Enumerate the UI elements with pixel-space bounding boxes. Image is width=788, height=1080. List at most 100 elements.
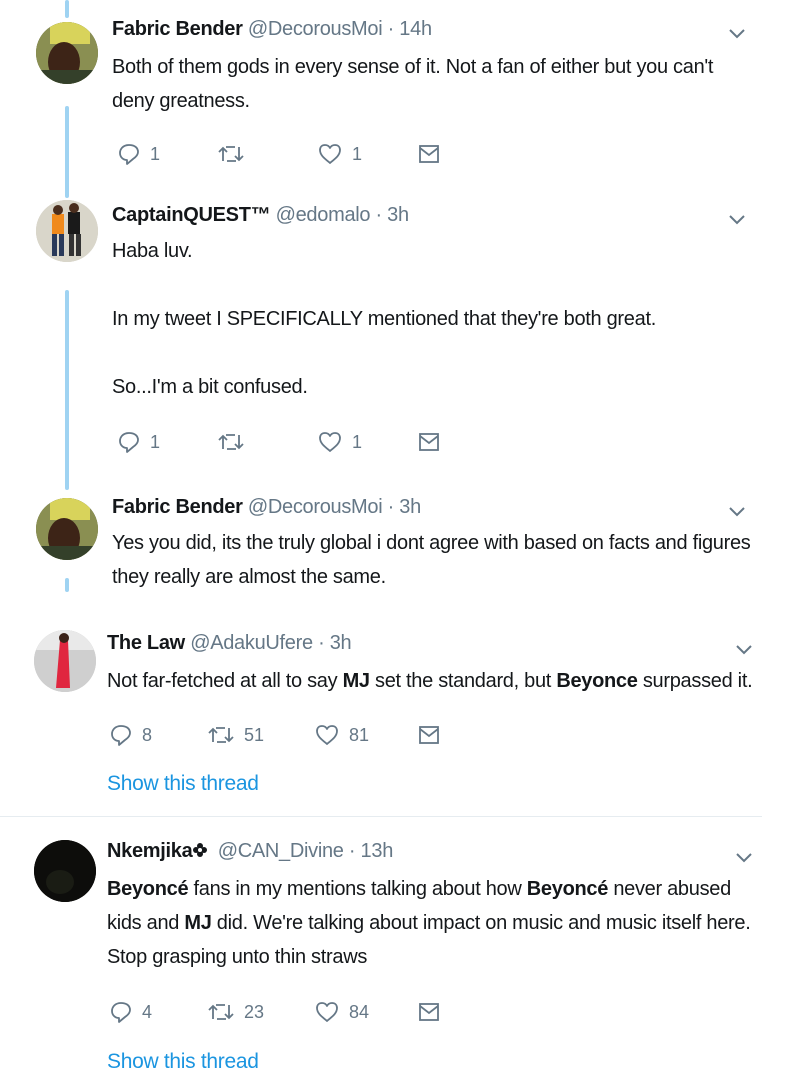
tweet[interactable]: Fabric Bender @DecorousMoi · 14h Both of…	[0, 0, 788, 190]
like-button[interactable]: 1	[318, 427, 362, 457]
reply-button[interactable]: 1	[118, 427, 160, 457]
like-button[interactable]: 84	[315, 997, 369, 1027]
avatar[interactable]	[34, 840, 96, 902]
separator: ·	[318, 632, 325, 654]
chevron-down-icon[interactable]	[726, 22, 748, 44]
user-handle[interactable]: @DecorousMoi	[248, 496, 383, 518]
tweet-text: Both of them gods in every sense of it. …	[112, 50, 752, 118]
tweet-paragraph: Haba luv.	[112, 240, 193, 262]
tweet[interactable]: The Law @AdakuUfere · 3h Not far-fetched…	[0, 620, 788, 815]
chevron-down-icon[interactable]	[726, 500, 748, 522]
chevron-down-icon[interactable]	[733, 638, 755, 660]
bold-keyword: MJ	[184, 912, 212, 934]
tweet-header: Nkemjika @CAN_Divine · 13h	[107, 840, 393, 863]
timestamp[interactable]: 3h	[330, 632, 352, 654]
chevron-down-icon[interactable]	[733, 846, 755, 868]
tweet[interactable]: Nkemjika @CAN_Divine · 13h Beyoncé fans …	[0, 820, 788, 1080]
reply-count: 1	[150, 143, 161, 164]
tweet-text: Haba luv. In my tweet I SPECIFICALLY men…	[112, 234, 752, 404]
tweet-paragraph: Both of them gods in every sense of it. …	[112, 56, 714, 112]
tweet-header: The Law @AdakuUfere · 3h	[107, 632, 352, 655]
reply-icon	[119, 432, 139, 453]
tweet-paragraph: Yes you did, its the truly global i dont…	[112, 532, 751, 588]
reply-icon	[111, 1002, 131, 1023]
timestamp[interactable]: 3h	[399, 496, 421, 518]
retweet-icon	[218, 146, 244, 162]
like-count: 1	[352, 431, 363, 452]
retweet-button[interactable]	[218, 139, 254, 169]
like-count: 84	[349, 1001, 370, 1022]
like-button[interactable]: 81	[315, 720, 369, 750]
message-button[interactable]	[418, 720, 440, 750]
message-button[interactable]	[418, 139, 440, 169]
tweet-actions: 4 23 84	[110, 997, 450, 1027]
tweet-header: Fabric Bender @DecorousMoi · 14h	[112, 18, 432, 41]
like-count: 1	[352, 143, 363, 164]
message-button[interactable]	[418, 427, 440, 457]
tweet-paragraph: So...I'm a bit confused.	[112, 376, 308, 398]
display-name[interactable]: Fabric Bender	[112, 496, 243, 518]
retweet-count: 23	[244, 1001, 265, 1022]
separator: ·	[375, 204, 383, 226]
display-name[interactable]: Nkemjika	[107, 840, 193, 862]
retweet-icon	[218, 434, 244, 450]
bold-keyword: Beyonce	[556, 670, 638, 692]
display-name[interactable]: Fabric Bender	[112, 18, 243, 40]
heart-icon	[316, 1002, 338, 1022]
tweet-paragraph: In my tweet I SPECIFICALLY mentioned tha…	[112, 308, 656, 330]
heart-icon	[316, 725, 338, 745]
retweet-button[interactable]: 51	[208, 720, 264, 750]
tweet[interactable]: Fabric Bender @DecorousMoi · 3h Yes you …	[0, 480, 788, 600]
separator: ·	[348, 840, 356, 862]
timestamp[interactable]: 14h	[399, 18, 432, 40]
reply-icon	[111, 725, 131, 746]
separator: ·	[387, 496, 395, 518]
reply-button[interactable]: 8	[110, 720, 152, 750]
display-name[interactable]: The Law	[107, 632, 185, 654]
avatar[interactable]	[36, 498, 98, 560]
tweet-actions: 8 51 81	[110, 720, 450, 750]
retweet-icon	[208, 727, 234, 743]
show-thread-link[interactable]: Show this thread	[107, 1050, 259, 1074]
user-handle[interactable]: @AdakuUfere	[190, 632, 313, 654]
reply-count: 4	[142, 1001, 153, 1022]
text-span: set the standard, but	[369, 670, 557, 692]
chevron-down-icon[interactable]	[726, 208, 748, 230]
like-button[interactable]: 1	[318, 139, 362, 169]
avatar[interactable]	[36, 22, 98, 84]
text-span: fans in my mentions talking about how	[188, 878, 527, 900]
timestamp[interactable]: 3h	[387, 204, 409, 226]
bold-keyword: Beyoncé	[526, 878, 609, 900]
retweet-icon	[208, 1004, 234, 1020]
tweet-header: Fabric Bender @DecorousMoi · 3h	[112, 496, 421, 519]
reply-button[interactable]: 4	[110, 997, 152, 1027]
tweet-header: CaptainQUEST™ @edomalo · 3h	[112, 204, 409, 227]
tweet-text: Yes you did, its the truly global i dont…	[112, 526, 752, 594]
tweet-actions: 1 1	[118, 427, 458, 457]
avatar[interactable]	[36, 200, 98, 262]
envelope-icon	[419, 433, 439, 451]
flower-icon	[193, 843, 208, 857]
text-span: surpassed it.	[637, 670, 753, 692]
retweet-button[interactable]: 23	[208, 997, 264, 1027]
reply-button[interactable]: 1	[118, 139, 160, 169]
user-handle[interactable]: @edomalo	[276, 204, 371, 226]
avatar[interactable]	[34, 630, 96, 692]
envelope-icon	[419, 145, 439, 163]
tweet-text: Beyoncé fans in my mentions talking abou…	[107, 872, 757, 974]
envelope-icon	[419, 726, 439, 744]
retweet-button[interactable]	[218, 427, 254, 457]
user-handle[interactable]: @DecorousMoi	[248, 18, 383, 40]
like-count: 81	[349, 724, 370, 745]
reply-count: 1	[150, 431, 161, 452]
display-name[interactable]: CaptainQUEST™	[112, 204, 271, 226]
show-thread-link[interactable]: Show this thread	[107, 772, 259, 796]
user-handle[interactable]: @CAN_Divine	[218, 840, 344, 862]
tweet-text: Not far-fetched at all to say MJ set the…	[107, 664, 757, 698]
bold-keyword: Beyoncé	[107, 878, 189, 900]
reply-count: 8	[142, 724, 153, 745]
bold-keyword: MJ	[342, 670, 370, 692]
timestamp[interactable]: 13h	[361, 840, 394, 862]
tweet[interactable]: CaptainQUEST™ @edomalo · 3h Haba luv. In…	[0, 190, 788, 480]
message-button[interactable]	[418, 997, 440, 1027]
